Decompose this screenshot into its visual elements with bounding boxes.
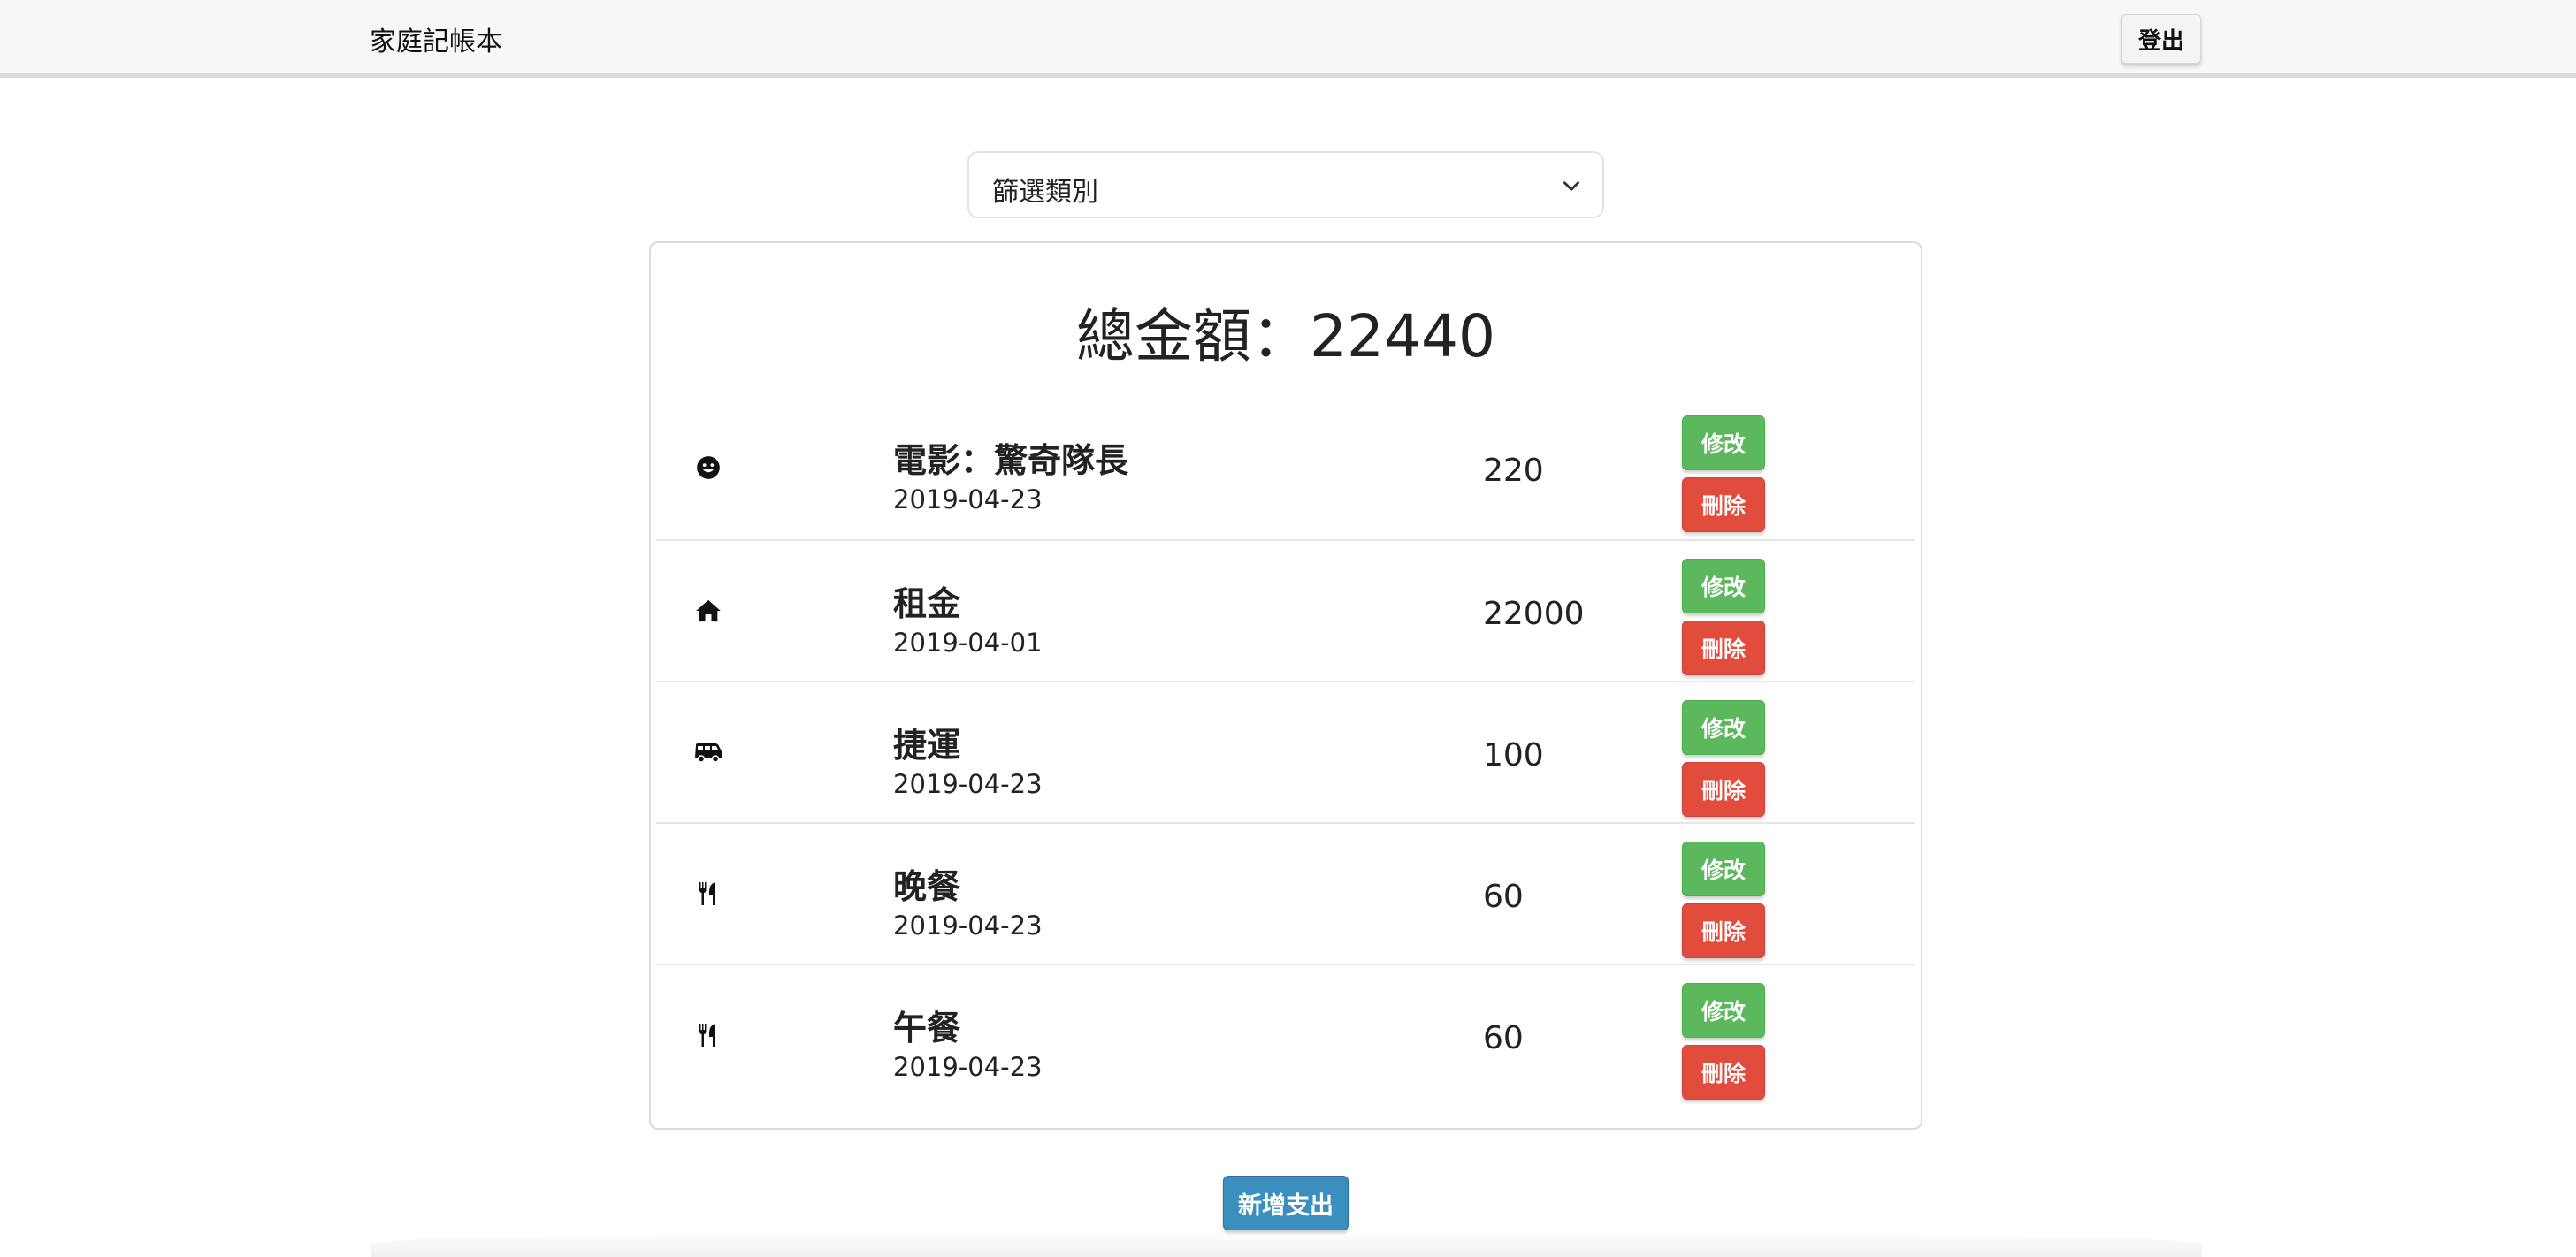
utensils-icon [693, 879, 723, 909]
delete-button[interactable]: 刪除 [1682, 621, 1765, 675]
expense-title: 電影：驚奇隊長 [893, 441, 1129, 480]
expense-date: 2019-04-23 [893, 484, 1043, 514]
expense-date: 2019-04-01 [893, 628, 1043, 658]
logout-button[interactable]: 登出 [2121, 14, 2201, 64]
expense-title: 午餐 [893, 1009, 961, 1048]
expense-row: 捷運 2019-04-23 100 修改 刪除 [656, 681, 1915, 824]
expense-amount: 60 [1483, 879, 1524, 915]
expense-title: 捷運 [893, 726, 961, 765]
expense-card: 總金額：22440 電影：驚奇隊長 2019-04-23 220 修改 刪除 租… [649, 241, 1922, 1130]
expense-date: 2019-04-23 [893, 769, 1043, 799]
total-amount: 總金額：22440 [1076, 302, 1495, 370]
edit-button[interactable]: 修改 [1682, 983, 1765, 1038]
category-filter-select[interactable]: 篩選類別 [967, 151, 1604, 218]
category-filter-label: 篩選類別 [992, 177, 1098, 208]
chevron-down-icon [1563, 181, 1579, 191]
delete-button[interactable]: 刪除 [1682, 477, 1765, 532]
expense-row: 租金 2019-04-01 22000 修改 刪除 [656, 539, 1915, 682]
expense-amount: 22000 [1483, 596, 1585, 632]
expense-title: 晚餐 [893, 867, 961, 906]
expense-amount: 100 [1483, 737, 1544, 773]
delete-button[interactable]: 刪除 [1682, 903, 1765, 958]
expense-date: 2019-04-23 [893, 910, 1043, 941]
edit-button[interactable]: 修改 [1682, 700, 1765, 755]
edit-button[interactable]: 修改 [1682, 415, 1765, 470]
footer-shadow [371, 1230, 2202, 1257]
home-icon [693, 596, 723, 626]
edit-button[interactable]: 修改 [1682, 842, 1765, 896]
add-expense-button[interactable]: 新增支出 [1223, 1176, 1349, 1230]
utensils-icon [693, 1020, 723, 1050]
delete-button[interactable]: 刪除 [1682, 762, 1765, 817]
delete-button[interactable]: 刪除 [1682, 1045, 1765, 1100]
expense-row: 電影：驚奇隊長 2019-04-23 220 修改 刪除 [656, 398, 1915, 539]
expense-amount: 220 [1483, 453, 1544, 489]
expense-amount: 60 [1483, 1020, 1524, 1056]
shuttle-van-icon [693, 737, 723, 767]
expense-row: 午餐 2019-04-23 60 修改 刪除 [656, 964, 1915, 1107]
app-brand[interactable]: 家庭記帳本 [370, 19, 502, 58]
expense-row: 晚餐 2019-04-23 60 修改 刪除 [656, 822, 1915, 965]
edit-button[interactable]: 修改 [1682, 559, 1765, 613]
expense-title: 租金 [893, 584, 961, 623]
navbar: 家庭記帳本 登出 [0, 0, 2576, 78]
smile-icon [693, 453, 723, 483]
expense-date: 2019-04-23 [893, 1052, 1043, 1082]
